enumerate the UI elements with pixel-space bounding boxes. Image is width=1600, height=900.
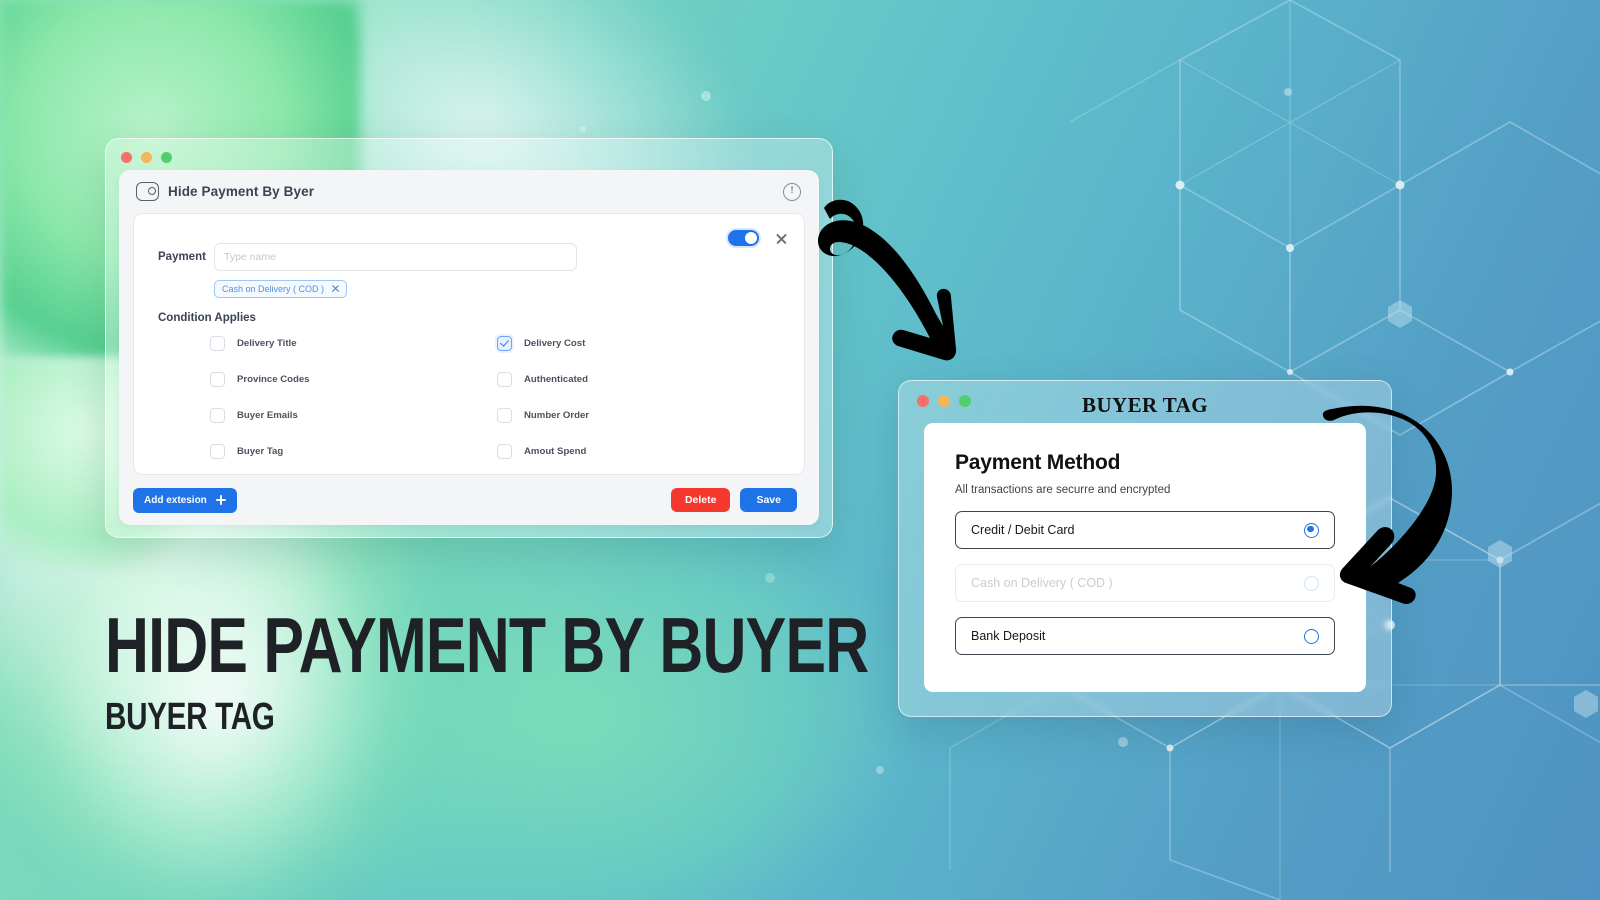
- plus-icon: [215, 495, 226, 505]
- condition-authenticated[interactable]: Authenticated: [497, 372, 784, 387]
- payment-chip[interactable]: Cash on Delivery ( COD ): [214, 280, 348, 298]
- checkbox[interactable]: [210, 408, 225, 423]
- condition-label: Province Codes: [237, 374, 310, 385]
- add-extension-label: Add extesion: [144, 494, 207, 506]
- condition-delivery-cost[interactable]: Delivery Cost: [497, 336, 784, 351]
- settings-window: Hide Payment By Byer Payment Cash on Del…: [105, 138, 833, 538]
- condition-amount-spend[interactable]: Amout Spend: [497, 444, 784, 459]
- payment-option-label: Credit / Debit Card: [971, 523, 1075, 537]
- condition-label: Authenticated: [524, 374, 588, 385]
- payment-option-label: Cash on Delivery ( COD ): [971, 576, 1113, 590]
- settings-footer: Add extesion Delete Save: [119, 475, 819, 525]
- checkbox[interactable]: [210, 336, 225, 351]
- window-traffic-lights: [121, 152, 172, 163]
- condition-label: Delivery Title: [237, 338, 297, 349]
- checkbox[interactable]: [210, 372, 225, 387]
- payment-input[interactable]: [214, 243, 577, 271]
- extension-card: Payment Cash on Delivery ( COD ) Conditi…: [133, 213, 805, 475]
- preview-window: BUYER TAG Payment Method All transaction…: [898, 380, 1392, 717]
- delete-button[interactable]: Delete: [670, 488, 731, 512]
- condition-applies-title: Condition Applies: [158, 312, 256, 324]
- payment-row: Payment: [158, 243, 784, 271]
- condition-label: Delivery Cost: [524, 338, 586, 349]
- payment-method-title: Payment Method: [955, 451, 1121, 474]
- checkbox[interactable]: [210, 444, 225, 459]
- wallet-icon: [136, 182, 159, 201]
- enable-toggle[interactable]: [728, 230, 759, 246]
- footer-actions: Delete Save: [670, 488, 797, 512]
- poster-headline: HIDE PAYMENT BY BUYER: [105, 601, 869, 689]
- payment-option-cod: Cash on Delivery ( COD ): [955, 564, 1335, 602]
- payment-label: Payment: [158, 251, 206, 263]
- payment-option-credit-card[interactable]: Credit / Debit Card: [955, 511, 1335, 549]
- payment-option-bank-deposit[interactable]: Bank Deposit: [955, 617, 1335, 655]
- minimize-traffic-light[interactable]: [141, 152, 152, 163]
- condition-label: Buyer Emails: [237, 410, 298, 421]
- condition-label: Amout Spend: [524, 446, 587, 457]
- poster-subheadline: BUYER TAG: [105, 696, 275, 738]
- maximize-traffic-light[interactable]: [161, 152, 172, 163]
- settings-window-body: Hide Payment By Byer Payment Cash on Del…: [119, 170, 819, 525]
- condition-number-order[interactable]: Number Order: [497, 408, 784, 423]
- chip-remove-icon[interactable]: [331, 285, 339, 293]
- payment-chip-label: Cash on Delivery ( COD ): [222, 284, 325, 294]
- poster-canvas: Hide Payment By Byer Payment Cash on Del…: [0, 0, 1600, 900]
- info-circle-icon[interactable]: [783, 182, 801, 201]
- radio-icon[interactable]: [1304, 522, 1319, 538]
- conditions-grid: Delivery Title Delivery Cost Province Co…: [154, 336, 784, 459]
- condition-buyer-emails[interactable]: Buyer Emails: [210, 408, 497, 423]
- close-icon[interactable]: [775, 232, 788, 245]
- settings-header: Hide Payment By Byer: [119, 170, 819, 213]
- card-controls: [728, 230, 788, 246]
- add-extension-button[interactable]: Add extesion: [133, 487, 237, 513]
- condition-label: Buyer Tag: [237, 446, 284, 457]
- payment-method-card: Payment Method All transactions are secu…: [924, 423, 1366, 692]
- payment-option-label: Bank Deposit: [971, 629, 1046, 643]
- checkbox[interactable]: [497, 372, 512, 387]
- checkbox[interactable]: [497, 408, 512, 423]
- save-button[interactable]: Save: [740, 488, 797, 512]
- radio-icon[interactable]: [1304, 628, 1319, 644]
- preview-window-title: BUYER TAG: [1082, 393, 1208, 417]
- condition-label: Number Order: [524, 410, 590, 421]
- condition-province-codes[interactable]: Province Codes: [210, 372, 497, 387]
- page-title: Hide Payment By Byer: [168, 184, 315, 199]
- condition-delivery-title[interactable]: Delivery Title: [210, 336, 497, 351]
- checkbox[interactable]: [497, 444, 512, 459]
- close-traffic-light[interactable]: [121, 152, 132, 163]
- condition-buyer-tag[interactable]: Buyer Tag: [210, 444, 497, 459]
- payment-method-subtitle: All transactions are securre and encrypt…: [955, 484, 1171, 496]
- checkbox[interactable]: [497, 336, 512, 351]
- radio-icon: [1304, 575, 1319, 591]
